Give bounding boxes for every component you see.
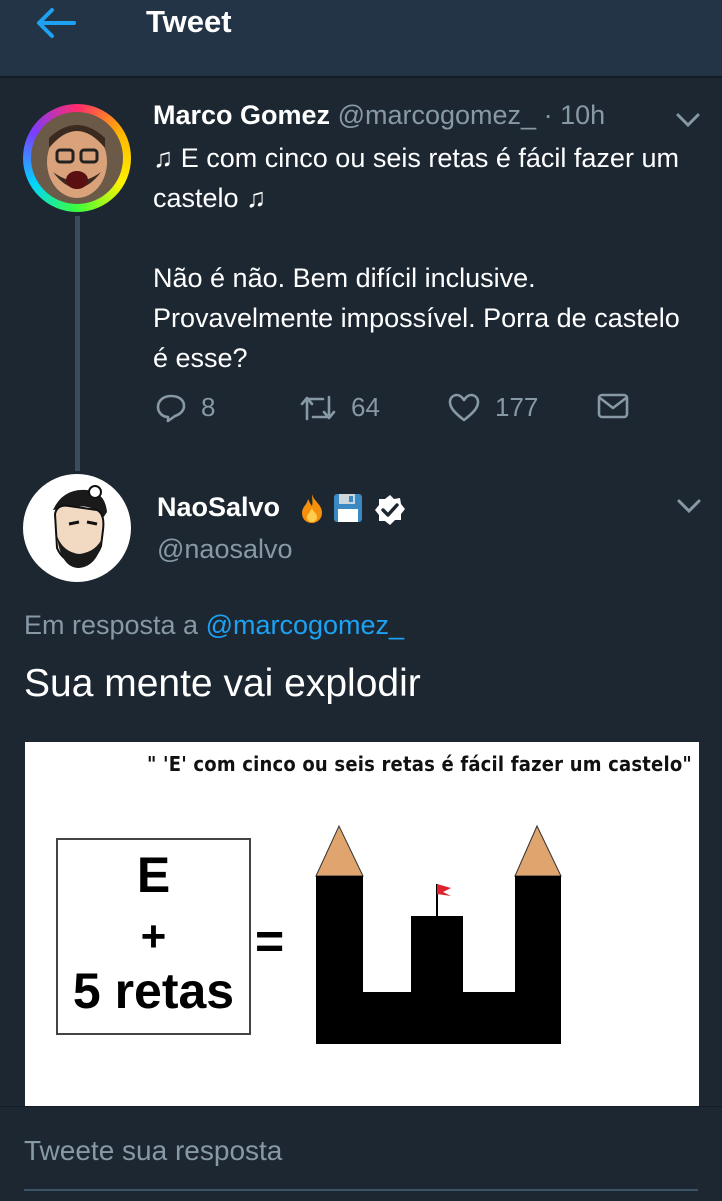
like-count: 177 [495,392,539,422]
retweet-icon [300,395,336,420]
formula-box: E + 5 retas [56,838,251,1035]
author-name[interactable]: Marco Gomez [153,100,330,130]
reply-icon [156,394,186,422]
reply-count: 8 [201,392,216,422]
author-name[interactable]: NaoSalvo [157,492,280,523]
avatar-face-icon [31,112,123,204]
author-handle[interactable]: @naosalvo [157,534,293,565]
heart-icon [448,393,480,421]
verified-badge-icon [375,495,405,525]
tweet-line: ♫ E com cinco ou seis retas é fácil faze… [153,143,679,213]
arrow-left-icon[interactable] [34,6,78,40]
tweet-meta: Marco Gomez @marcogomez_ · 10h [153,100,605,131]
chevron-down-icon[interactable] [676,498,702,514]
like-action[interactable]: 177 [447,392,538,423]
avatar-marco[interactable] [23,104,131,212]
tweet-body: ♫ E com cinco ou seis retas é fácil faze… [153,138,698,378]
reply-prefix: Em resposta a [24,610,199,640]
envelope-icon [597,393,629,419]
dm-action[interactable] [596,392,644,420]
separator: · [543,100,553,130]
chevron-down-icon[interactable] [675,112,701,128]
tweet-actions: 8 64 177 [155,392,635,432]
tweet-media-image[interactable]: " 'E' com cinco ou seis retas é fácil fa… [25,742,699,1106]
reply-input[interactable]: Tweete sua resposta [24,1135,282,1167]
media-caption: " 'E' com cinco ou seis retas é fácil fa… [147,752,692,776]
reply-context: Em resposta a @marcogomez_ [24,610,404,641]
tweet-line: Não é não. Bem difícil inclusive. Provav… [153,263,680,373]
formula-letter: E [136,847,171,903]
avatar-naosalvo[interactable] [23,474,131,582]
tweet-time: 10h [560,100,606,130]
page-title: Tweet [146,4,232,39]
castle-drawing [315,824,562,1044]
input-underline [24,1189,698,1191]
tweet-text: Sua mente vai explodir [24,662,421,705]
thread-connector [75,216,80,471]
avatar-cartoon-icon [53,485,107,568]
reply-handle-link[interactable]: @marcogomez_ [206,610,404,640]
formula-retas: 5 retas [72,963,235,1019]
top-bar: Tweet [0,0,722,78]
retweet-action[interactable]: 64 [299,392,380,423]
reply-compose-bar: Tweete sua resposta [0,1106,722,1201]
formula-plus: + [140,912,167,961]
fire-icon [302,494,322,523]
reply-action[interactable]: 8 [155,392,215,423]
retweet-count: 64 [351,392,380,422]
floppy-disk-icon [334,494,362,522]
author-handle[interactable]: @marcogomez_ [338,100,536,130]
equals-sign: = [255,913,285,969]
